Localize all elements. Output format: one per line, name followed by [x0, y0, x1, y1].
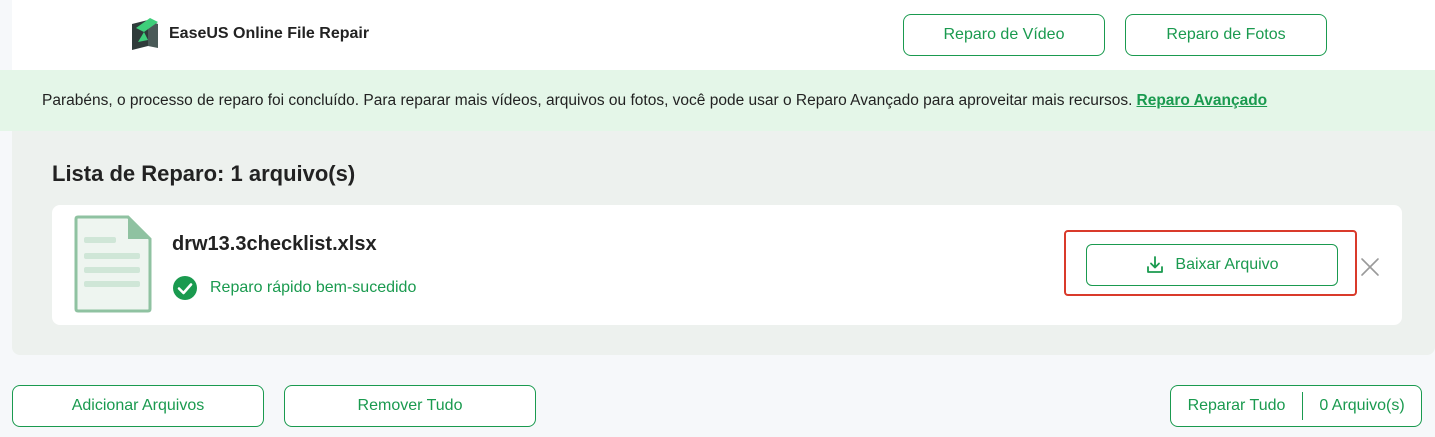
download-label: Baixar Arquivo: [1175, 256, 1279, 273]
remove-all-button[interactable]: Remover Tudo: [284, 385, 536, 427]
logo-icon: [132, 18, 158, 50]
repair-all-button[interactable]: Reparar Tudo: [1171, 397, 1302, 415]
repair-list-title: Lista de Reparo: 1 arquivo(s): [52, 161, 356, 186]
header: EaseUS Online File Repair Reparo de Víde…: [12, 0, 1435, 70]
close-icon[interactable]: [1358, 255, 1382, 279]
brand-name: EaseUS Online File Repair: [169, 25, 370, 42]
banner-message: Parabéns, o processo de reparo foi concl…: [42, 91, 1133, 109]
photo-repair-button[interactable]: Reparo de Fotos: [1125, 14, 1327, 56]
download-icon: [1147, 256, 1164, 273]
file-count: 0 Arquivo(s): [1319, 397, 1405, 414]
brand: EaseUS Online File Repair: [128, 16, 369, 52]
file-name: drw13.3checklist.xlsx: [172, 233, 377, 255]
check-icon: [173, 276, 197, 300]
download-file-button[interactable]: Baixar Arquivo: [1086, 244, 1338, 286]
repair-all-group: Reparar Tudo 0 Arquivo(s): [1170, 385, 1422, 427]
status-text: Reparo rápido bem-sucedido: [210, 279, 417, 296]
video-repair-button[interactable]: Reparo de Vídeo: [903, 14, 1105, 56]
repair-status: Reparo rápido bem-sucedido: [172, 275, 416, 301]
repair-list-panel: Lista de Reparo: 1 arquivo(s) drw13.3che…: [12, 131, 1435, 355]
advanced-repair-link[interactable]: Reparo Avançado: [1137, 92, 1268, 110]
add-files-button[interactable]: Adicionar Arquivos: [12, 385, 264, 427]
file-icon: [74, 215, 152, 313]
success-banner: Parabéns, o processo de reparo foi concl…: [0, 70, 1435, 131]
